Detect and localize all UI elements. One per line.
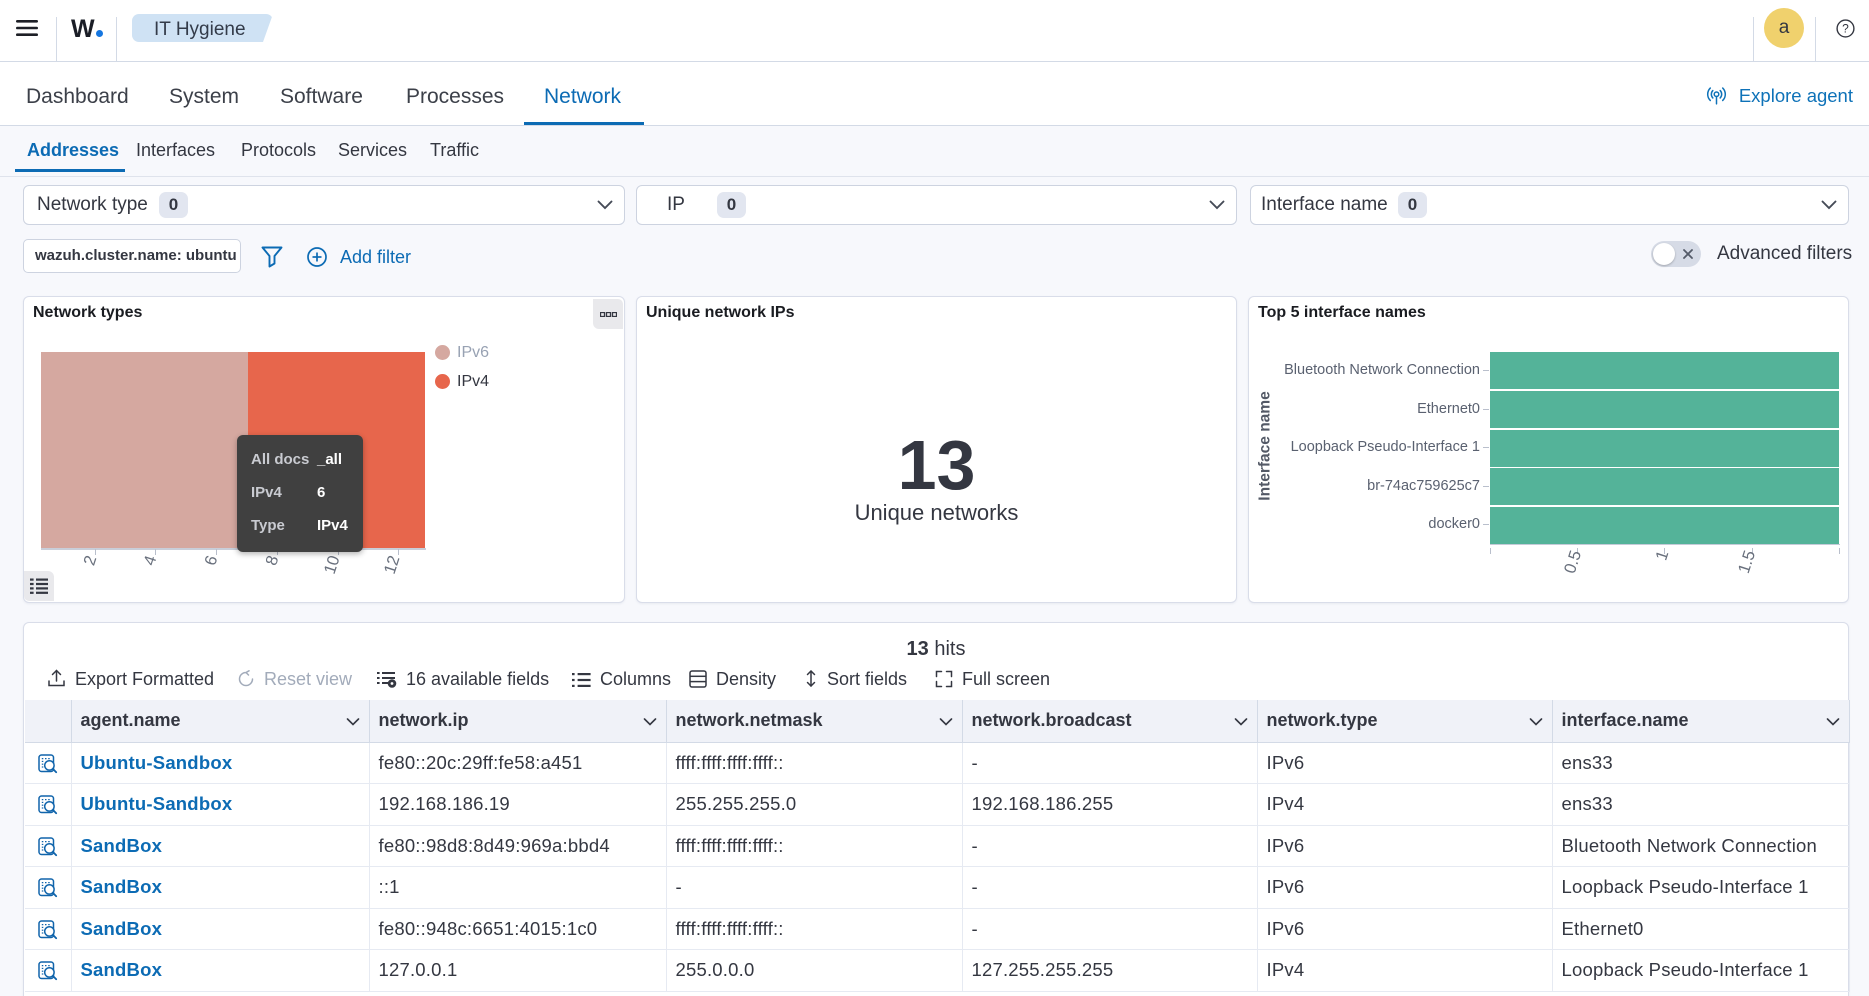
svg-text:?: ? — [1842, 22, 1849, 36]
